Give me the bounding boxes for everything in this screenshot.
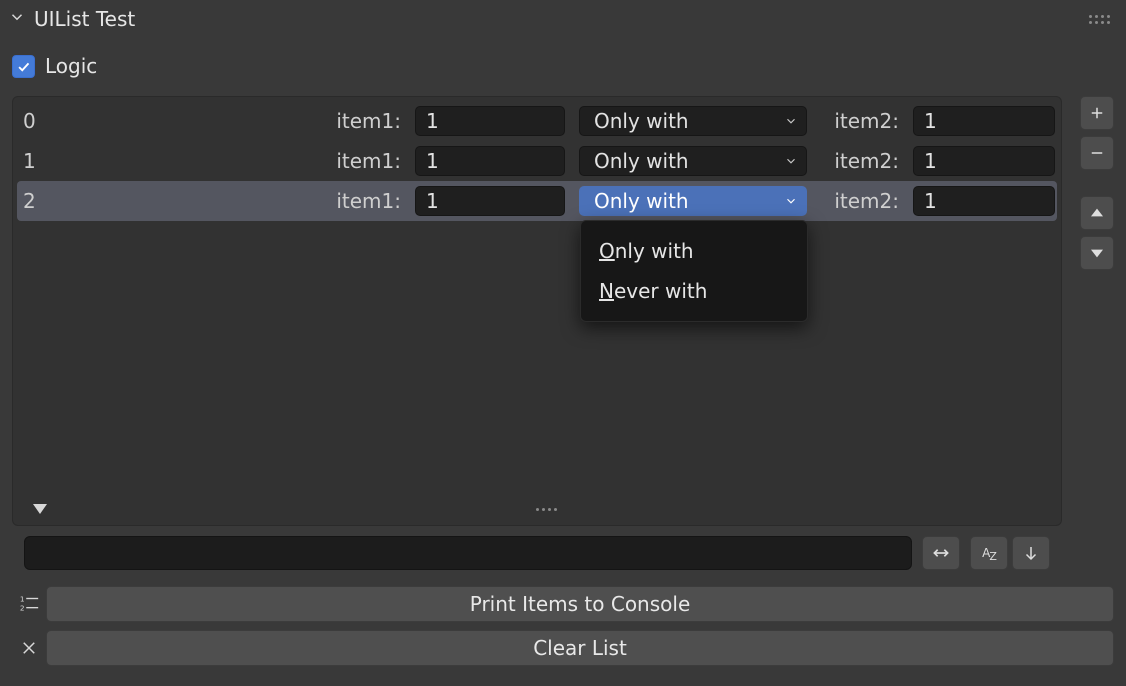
item1-field[interactable]: 1: [415, 146, 565, 176]
item2-label: item2:: [821, 109, 899, 133]
list-row[interactable]: 0 item1: 1 Only with item2: 1: [13, 101, 1061, 141]
clear-list-button[interactable]: Clear List: [46, 630, 1114, 666]
item2-label: item2:: [821, 189, 899, 213]
logic-checkbox[interactable]: [12, 55, 35, 78]
logic-label: Logic: [45, 54, 97, 78]
filter-input[interactable]: [24, 536, 912, 570]
grip-dots-icon: [536, 508, 557, 511]
dropdown-option[interactable]: Never with: [581, 271, 807, 311]
dropdown-option[interactable]: Only with: [581, 231, 807, 271]
move-up-button[interactable]: [1080, 196, 1114, 230]
item2-label: item2:: [821, 149, 899, 173]
panel-title: UIList Test: [34, 7, 135, 31]
chevron-down-icon: [784, 149, 798, 173]
row-index: 2: [19, 189, 51, 213]
sort-direction-button[interactable]: [1012, 536, 1050, 570]
uilist-box[interactable]: 0 item1: 1 Only with item2: 1 1 item1:: [12, 96, 1062, 526]
chevron-down-icon: [784, 189, 798, 213]
item1-label: item1:: [321, 189, 401, 213]
item1-field[interactable]: 1: [415, 106, 565, 136]
logic-checkbox-row: Logic: [0, 38, 1126, 96]
triangle-down-icon: [33, 504, 47, 514]
uilist-panel: UIList Test Logic 0 item1: 1 Only with: [0, 0, 1126, 674]
invert-filter-button[interactable]: [922, 536, 960, 570]
item1-field[interactable]: 1: [415, 186, 565, 216]
chevron-down-icon: [784, 109, 798, 133]
sort-az-button[interactable]: AZ: [970, 536, 1008, 570]
list-row[interactable]: 1 item1: 1 Only with item2: 1: [13, 141, 1061, 181]
mode-dropdown[interactable]: Only with: [579, 106, 807, 136]
svg-text:1: 1: [20, 594, 25, 603]
list-row[interactable]: 2 item1: 1 Only with Only with N: [17, 181, 1057, 221]
mode-dropdown-popup: Only with Never with: [580, 220, 808, 322]
print-items-button[interactable]: Print Items to Console: [46, 586, 1114, 622]
add-item-button[interactable]: [1080, 96, 1114, 130]
move-down-button[interactable]: [1080, 236, 1114, 270]
remove-item-button[interactable]: [1080, 136, 1114, 170]
item1-label: item1:: [321, 109, 401, 133]
item2-field[interactable]: 1: [913, 106, 1055, 136]
row-index: 1: [19, 149, 51, 173]
numbered-list-icon: 1 2: [12, 586, 46, 622]
close-icon: [12, 630, 46, 666]
grip-icon[interactable]: [1089, 15, 1114, 24]
item2-field[interactable]: 1: [913, 186, 1055, 216]
item2-field[interactable]: 1: [913, 146, 1055, 176]
panel-header[interactable]: UIList Test: [0, 0, 1126, 38]
row-index: 0: [19, 109, 51, 133]
chevron-down-icon: [8, 8, 26, 31]
mode-dropdown[interactable]: Only with Only with Never with: [579, 186, 807, 216]
svg-text:2: 2: [20, 603, 25, 612]
item1-label: item1:: [321, 149, 401, 173]
list-resize-grip[interactable]: [13, 497, 1061, 521]
mode-dropdown[interactable]: Only with: [579, 146, 807, 176]
